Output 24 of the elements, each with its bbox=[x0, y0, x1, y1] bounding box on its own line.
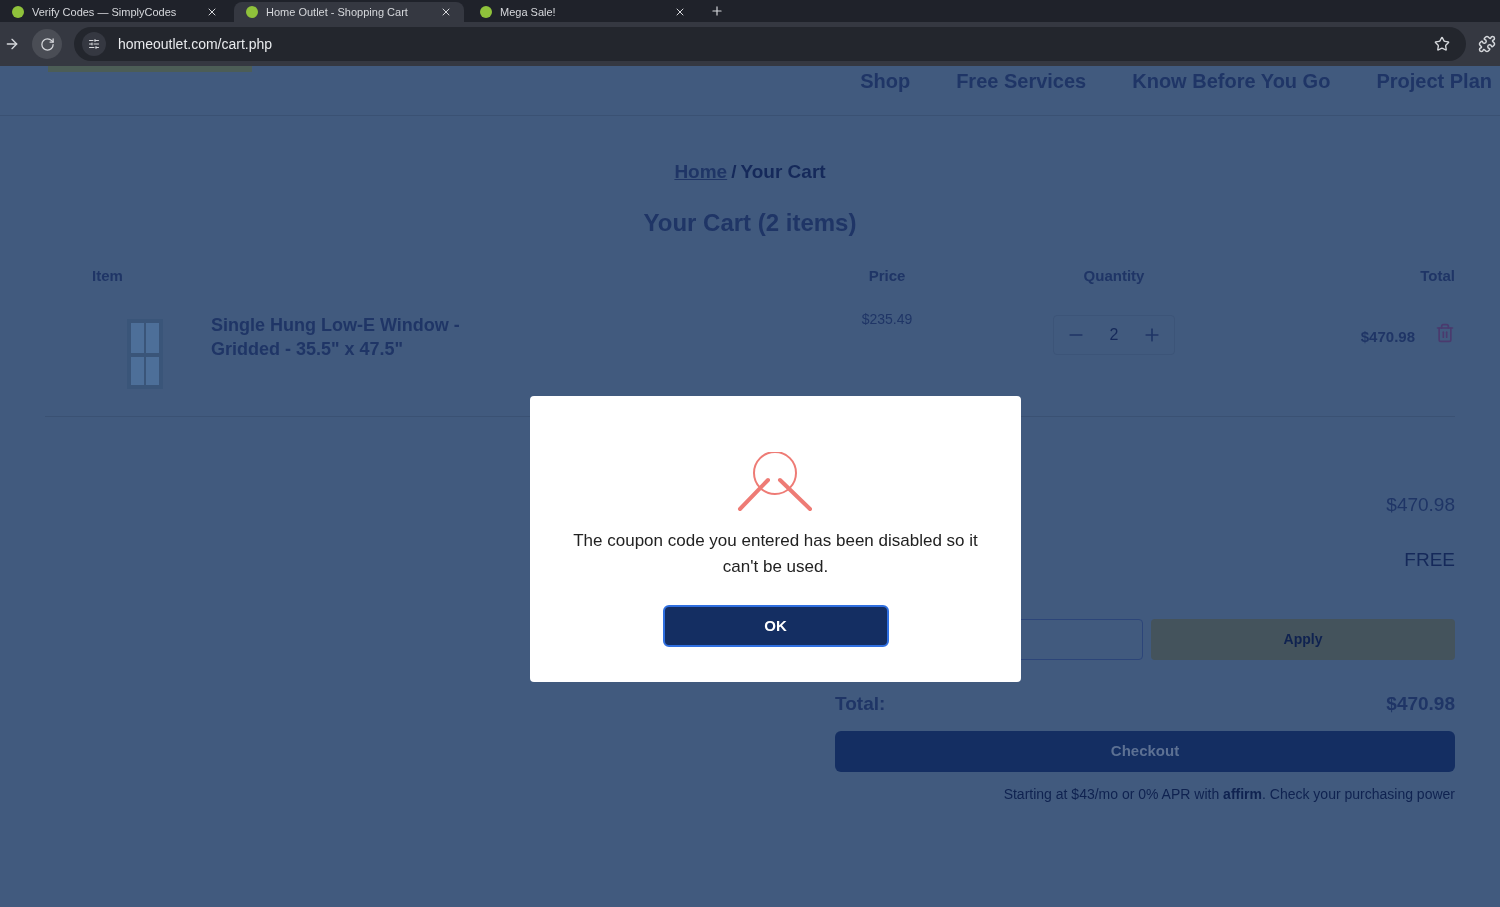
extensions-icon[interactable] bbox=[1478, 35, 1496, 53]
browser-tab[interactable]: Mega Sale! bbox=[468, 2, 698, 22]
forward-icon[interactable] bbox=[4, 36, 20, 52]
breadcrumb-separator: / bbox=[731, 160, 737, 184]
reload-button[interactable] bbox=[32, 29, 62, 59]
reload-icon[interactable] bbox=[39, 36, 55, 52]
close-icon[interactable] bbox=[440, 6, 452, 18]
error-icon bbox=[736, 452, 815, 514]
bookmark-star-icon[interactable] bbox=[1434, 36, 1450, 52]
dialog-message: The coupon code you entered has been disabled so it can't be used. bbox=[572, 530, 979, 578]
browser-tab[interactable]: Home Outlet - Shopping Cart bbox=[234, 2, 464, 22]
financing-text: Starting at $43/mo or 0% APR with affirm. Check your purchasing power bbox=[1003, 784, 1455, 804]
tab-favicon-icon bbox=[12, 6, 24, 18]
close-icon[interactable] bbox=[206, 6, 218, 18]
checkout-button[interactable]: Checkout bbox=[835, 730, 1455, 772]
tab-favicon-icon bbox=[246, 6, 258, 18]
tab-favicon-icon bbox=[480, 6, 492, 18]
ok-button[interactable]: OK bbox=[662, 605, 889, 647]
new-tab-icon[interactable] bbox=[710, 4, 724, 18]
url-text: homeoutlet.com/cart.php bbox=[118, 34, 274, 54]
browser-tab[interactable]: Verify Codes — SimplyCodes bbox=[0, 2, 230, 22]
close-icon[interactable] bbox=[674, 6, 686, 18]
site-settings-icon[interactable] bbox=[82, 32, 106, 56]
address-bar[interactable]: homeoutlet.com/cart.php bbox=[74, 27, 1466, 61]
